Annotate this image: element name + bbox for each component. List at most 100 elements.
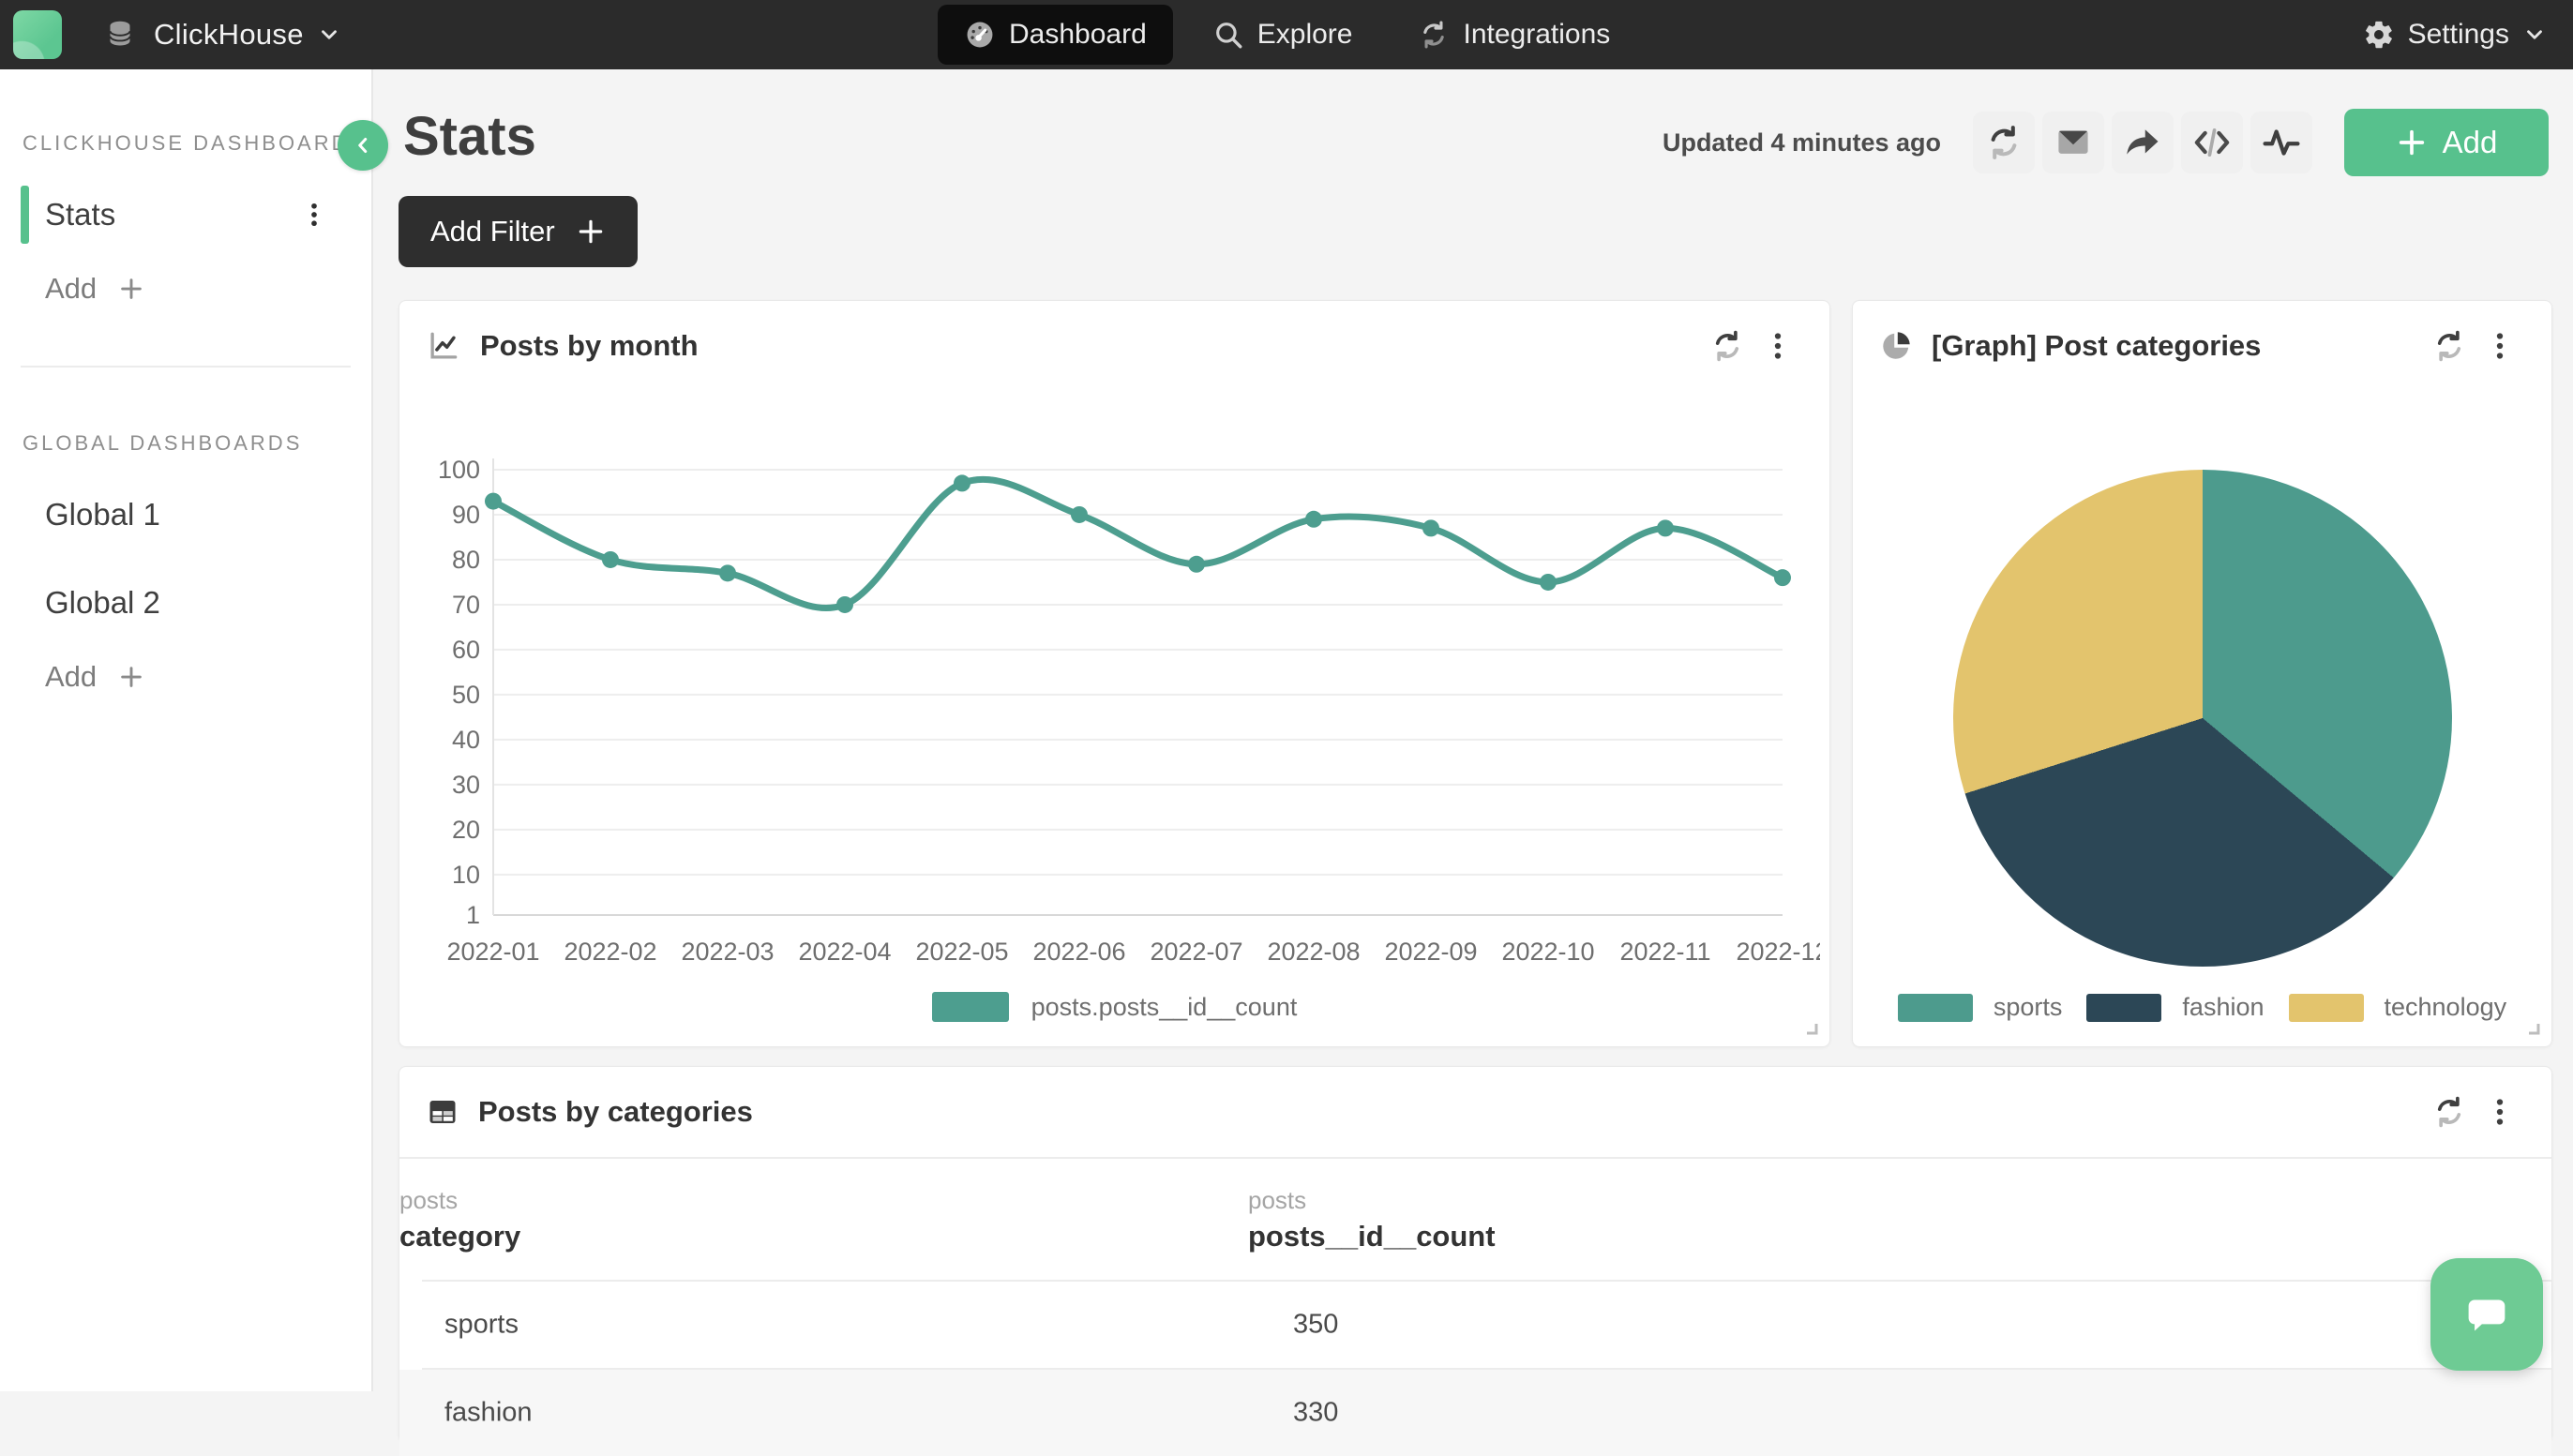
posts-by-month-card: Posts by month 1102030405060708090100202… — [399, 300, 1830, 1047]
table-cell: sports — [444, 1310, 519, 1341]
database-icon — [103, 18, 137, 52]
sidebar-item-label: Global 2 — [45, 585, 160, 621]
card-title: [Graph] Post categories — [1932, 329, 2261, 363]
settings-label: Settings — [2408, 19, 2509, 51]
plus-icon — [576, 217, 606, 247]
brand-label: ClickHouse — [154, 18, 304, 52]
post-categories-card: [Graph] Post categories sports fashion tec… — [1852, 300, 2552, 1047]
table-cell: 330 — [1293, 1398, 1338, 1429]
svg-text:2022-03: 2022-03 — [681, 938, 774, 966]
kebab-menu-icon[interactable] — [1753, 321, 1803, 371]
plus-icon — [2396, 127, 2428, 158]
nav-item-integrations[interactable]: Integrations — [1392, 5, 1636, 65]
plus-icon — [117, 275, 145, 303]
refresh-card-icon[interactable] — [1702, 321, 1753, 371]
plus-icon — [117, 663, 145, 691]
main-nav: Dashboard Explore Integrations — [938, 0, 1636, 69]
table-cell: fashion — [444, 1398, 533, 1429]
legend-item-fashion: fashion — [2086, 993, 2264, 1022]
legend-item-technology: technology — [2289, 993, 2507, 1022]
add-button[interactable]: Add — [2344, 109, 2549, 176]
legend-swatch — [2289, 994, 2364, 1022]
refresh-dashboard-button[interactable] — [1973, 112, 2035, 173]
legend-label: fashion — [2182, 993, 2264, 1022]
svg-text:70: 70 — [452, 591, 480, 619]
pie-chart — [1953, 470, 2452, 967]
gear-icon — [2363, 19, 2395, 51]
sidebar-add-dashboard-button[interactable]: Add — [45, 272, 371, 306]
pie-chart-legend: sports fashion technology — [1853, 993, 2551, 1022]
sidebar-item-global-1[interactable]: Global 1 — [0, 486, 371, 544]
resize-handle-icon[interactable] — [2525, 1020, 2544, 1039]
legend-item-sports: sports — [1898, 993, 2063, 1022]
svg-text:2022-10: 2022-10 — [1501, 938, 1594, 966]
table-row-fashion[interactable]: fashion 330 — [399, 1370, 2551, 1456]
table-cell: 350 — [1293, 1310, 1338, 1341]
add-filter-button[interactable]: Add Filter — [399, 196, 638, 267]
sidebar-section-title: GLOBAL DASHBOARDS — [23, 431, 371, 456]
sidebar-item-stats[interactable]: Stats — [0, 186, 371, 244]
refresh-card-icon[interactable] — [2424, 321, 2475, 371]
kebab-menu-icon[interactable] — [2475, 321, 2525, 371]
embed-code-button[interactable] — [2181, 112, 2243, 173]
top-bar: ClickHouse DashboardExploreIntegrations … — [0, 0, 2573, 69]
legend-item: posts.posts__id__count — [932, 992, 1298, 1022]
column-header-posts__id__count: posts__id__count — [1248, 1220, 1496, 1253]
legend-label: technology — [2385, 993, 2507, 1022]
share-button[interactable] — [2112, 112, 2174, 173]
pie-chart-icon — [1879, 329, 1913, 363]
svg-text:2022-09: 2022-09 — [1384, 938, 1477, 966]
sidebar-item-global-2[interactable]: Global 2 — [0, 574, 371, 632]
svg-text:80: 80 — [452, 546, 480, 574]
sidebar-add-dashboard-button[interactable]: Add — [45, 660, 371, 694]
svg-text:40: 40 — [452, 726, 480, 754]
svg-text:60: 60 — [452, 636, 480, 664]
svg-text:2022-06: 2022-06 — [1032, 938, 1125, 966]
brand[interactable]: ClickHouse — [13, 10, 341, 59]
svg-text:20: 20 — [452, 816, 480, 844]
posts-by-categories-card: Posts by categories postscategorypostspo… — [399, 1066, 2552, 1443]
table-icon — [426, 1095, 459, 1129]
legend-label: sports — [1994, 993, 2063, 1022]
chevron-down-icon — [2522, 23, 2547, 47]
kebab-menu-icon[interactable] — [298, 199, 330, 231]
kebab-menu-icon[interactable] — [2475, 1087, 2525, 1137]
svg-text:50: 50 — [452, 681, 480, 709]
column-header-category: category — [399, 1220, 520, 1253]
chat-widget-button[interactable] — [2430, 1258, 2543, 1371]
nav-item-dashboard[interactable]: Dashboard — [938, 5, 1173, 65]
refresh-card-icon[interactable] — [2424, 1087, 2475, 1137]
svg-text:100: 100 — [438, 456, 480, 484]
card-title: Posts by categories — [478, 1095, 753, 1129]
legend-swatch — [1898, 994, 1973, 1022]
sidebar-item-label: Global 1 — [45, 497, 160, 533]
svg-text:2022-05: 2022-05 — [915, 938, 1008, 966]
svg-text:2022-04: 2022-04 — [798, 938, 891, 966]
search-icon — [1212, 19, 1244, 51]
line-chart-legend: posts.posts__id__count — [399, 992, 1829, 1022]
chevron-left-icon — [351, 133, 375, 158]
svg-text:2022-12: 2022-12 — [1736, 938, 1820, 966]
sidebar-section-title: CLICKHOUSE DASHBOARDS — [23, 131, 371, 156]
sidebar-collapse-button[interactable] — [338, 120, 388, 171]
legend-swatch — [932, 992, 1009, 1022]
activity-button[interactable] — [2250, 112, 2312, 173]
header-actions: Updated 4 minutes ago Add — [1663, 109, 2549, 176]
app-logo — [13, 10, 62, 59]
updated-timestamp: Updated 4 minutes ago — [1663, 128, 1941, 158]
sidebar-divider — [21, 366, 351, 368]
page-title: Stats — [403, 105, 536, 168]
nav-item-explore[interactable]: Explore — [1186, 5, 1379, 65]
add-label: Add — [45, 272, 97, 306]
nav-item-label: Explore — [1257, 19, 1353, 51]
email-report-button[interactable] — [2042, 112, 2104, 173]
svg-text:2022-01: 2022-01 — [446, 938, 539, 966]
column-group-label: posts — [399, 1186, 458, 1215]
legend-label: posts.posts__id__count — [1031, 993, 1298, 1022]
sync-icon — [1418, 19, 1450, 51]
nav-item-label: Integrations — [1463, 19, 1610, 51]
svg-text:10: 10 — [452, 861, 480, 889]
settings-menu[interactable]: Settings — [2354, 0, 2556, 69]
table-row-sports[interactable]: sports 350 — [399, 1282, 2551, 1368]
resize-handle-icon[interactable] — [1803, 1020, 1822, 1039]
